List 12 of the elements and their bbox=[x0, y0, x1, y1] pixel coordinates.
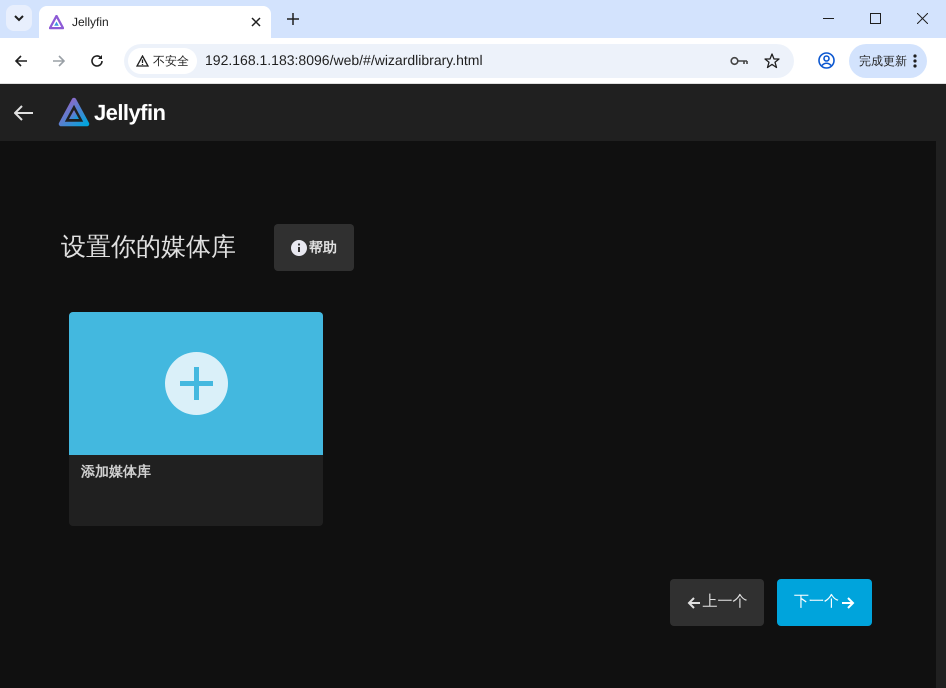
url-text: 192.168.1.183:8096/web/#/wizardlibrary.html bbox=[205, 51, 484, 70]
page-title: 设置你的媒体库 bbox=[61, 232, 236, 263]
security-chip[interactable]: 不安全 bbox=[128, 48, 197, 74]
browser-tab[interactable]: Jellyfin bbox=[39, 6, 271, 38]
previous-button[interactable]: 上一个 bbox=[670, 579, 764, 626]
card-label: 添加媒体库 bbox=[80, 462, 152, 481]
help-button[interactable]: 帮助 bbox=[274, 224, 354, 271]
tab-title: Jellyfin bbox=[72, 14, 110, 31]
update-button[interactable]: 完成更新 bbox=[849, 44, 927, 78]
app-name: Jellyfin bbox=[94, 99, 166, 127]
address-bar[interactable]: 不安全 192.168.1.183:8096/web/#/wizardlibrary.html bbox=[124, 44, 794, 78]
library-card[interactable]: 添加媒体库 bbox=[69, 312, 323, 526]
